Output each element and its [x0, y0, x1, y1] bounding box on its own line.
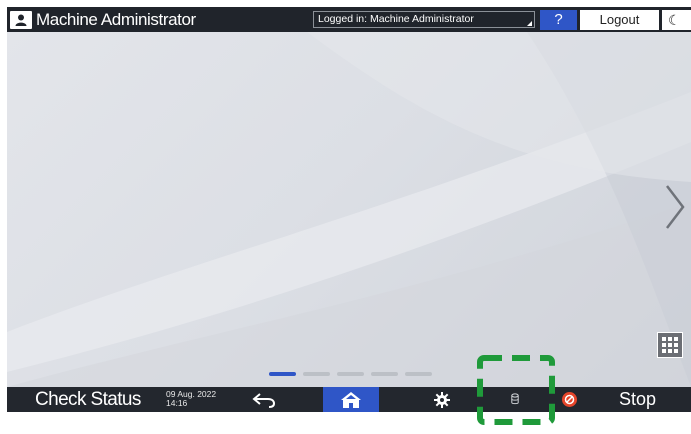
- login-status-box[interactable]: Logged in: Machine Administrator: [313, 11, 535, 28]
- stop-hand-icon: [564, 394, 575, 405]
- page-dot[interactable]: [337, 372, 364, 376]
- page-dot[interactable]: [371, 372, 398, 376]
- date-time: 09 Aug. 2022 14:16: [166, 390, 216, 408]
- login-status-text: Logged in: Machine Administrator: [318, 13, 474, 25]
- highlight-frame: [477, 355, 555, 425]
- page-dot[interactable]: [303, 372, 330, 376]
- time-text: 14:16: [166, 398, 188, 408]
- home-desktop: [7, 32, 691, 387]
- logout-button[interactable]: Logout: [580, 10, 659, 30]
- stop-icon[interactable]: [562, 392, 577, 407]
- app-list-button[interactable]: [657, 332, 683, 358]
- user-name: Machine Administrator: [36, 10, 196, 29]
- bottom-bar: Check Status 09 Aug. 2022 14:16 Stop: [7, 387, 691, 412]
- moon-icon: ☾: [668, 12, 681, 28]
- page-dot-active[interactable]: [269, 372, 296, 376]
- help-button[interactable]: ?: [540, 10, 577, 30]
- stop-button[interactable]: Stop: [619, 387, 656, 412]
- page-dot[interactable]: [405, 372, 432, 376]
- chevron-right-icon[interactable]: [663, 182, 687, 232]
- sleep-button[interactable]: ☾: [662, 10, 691, 30]
- device-screen: Machine Administrator Logged in: Machine…: [7, 7, 691, 412]
- gear-icon[interactable]: [434, 392, 450, 408]
- background-wave: [7, 32, 691, 387]
- check-status-button[interactable]: Check Status: [35, 387, 141, 412]
- home-button[interactable]: [323, 387, 379, 412]
- expand-corner-icon: [527, 21, 532, 26]
- top-bar: Machine Administrator Logged in: Machine…: [7, 7, 691, 32]
- home-icon: [341, 391, 361, 408]
- user-icon: [10, 11, 32, 29]
- grid-icon: [662, 337, 678, 353]
- back-arrow-icon[interactable]: [251, 392, 277, 408]
- user-button[interactable]: Machine Administrator: [10, 10, 196, 29]
